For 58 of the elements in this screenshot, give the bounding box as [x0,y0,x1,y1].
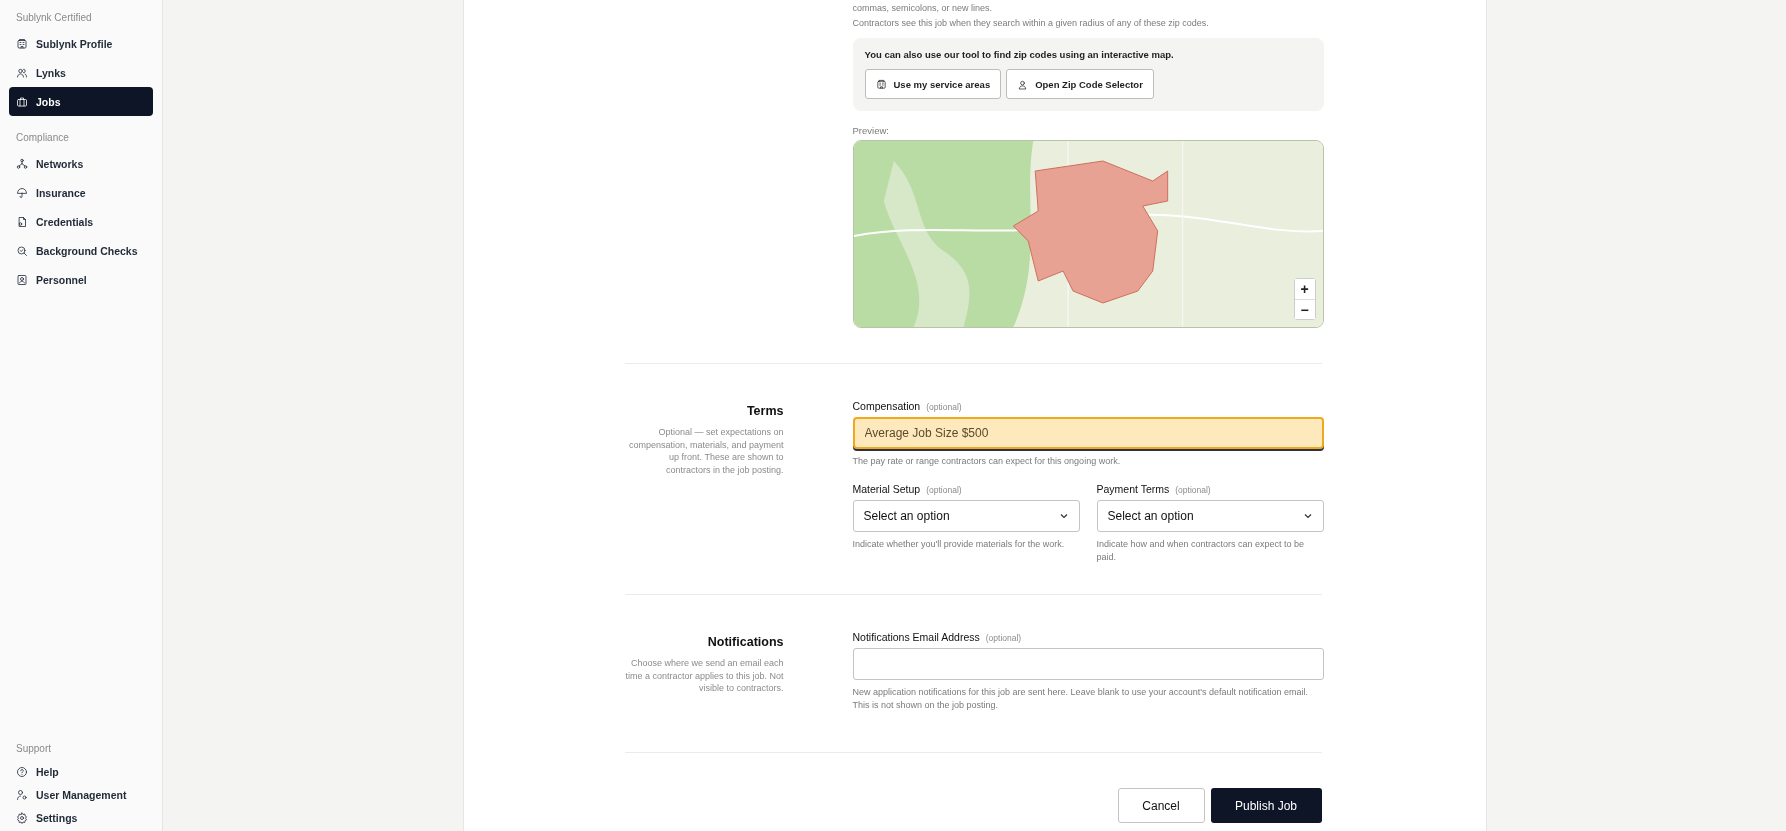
zoom-out-button[interactable]: − [1294,299,1315,319]
zip-selector-button[interactable]: Open Zip Code Selector [1006,69,1154,99]
section-description: Optional — set expectations on compensation, materials, and payment up front. These are shown to contractors in the job posting. [627,426,784,476]
network-icon [16,157,28,170]
service-areas-button[interactable]: Use my service areas [864,69,1002,99]
sidebar-item[interactable]: Sublynk Profile [9,29,153,58]
publish-button[interactable]: Publish Job [1210,788,1322,823]
sidebar-item[interactable]: Background Checks [9,236,153,265]
id-card-icon [16,273,28,286]
select-dropdown[interactable]: Select an option [852,500,1080,532]
sidebar-item[interactable]: Settings [9,806,153,829]
preview-label: Preview: [852,125,890,136]
field-label: Notifications Email Address [852,631,980,643]
optional-note: (optional) [926,402,962,412]
users-icon [16,66,28,79]
optional-note: (optional) [985,633,1022,643]
building-icon [875,78,887,90]
search-icon [16,244,28,257]
field-label: Material Setup [852,483,921,495]
field-label: Compensation [852,400,921,412]
optional-note: (optional) [926,485,962,495]
section-title: Notifications [706,635,784,649]
person-pin-icon [1017,78,1029,90]
cancel-button[interactable]: Cancel [1117,788,1205,823]
field-hint: Indicate whether you'll provide materials for the work. [852,538,1066,551]
email-field[interactable] [852,648,1324,680]
helper-text: commas, semicolons, or new lines. [852,2,994,15]
sidebar-item[interactable]: Networks [9,149,153,178]
sidebar-item[interactable]: Personnel [9,265,153,294]
building-icon [16,37,28,50]
sidebar-item[interactable]: User Management [9,783,153,806]
field-label: Payment Terms [1096,483,1170,495]
sidebar-item[interactable]: Help [9,760,153,783]
field-hint: Indicate how and when contractors can expect to be paid. [1096,538,1306,564]
map-tool-text: You can also use our tool to find zip codes using an interactive map. [864,49,1175,60]
section-title: Terms [745,404,784,418]
select-dropdown[interactable]: Select an option [1096,500,1324,532]
sidebar-item[interactable]: Jobs [9,87,153,116]
document-icon [16,215,28,228]
settings-icon [16,811,28,824]
field-hint: The pay rate or range contractors can expect for this ongoing work. [852,455,1122,468]
chevron-down-icon [1058,511,1069,521]
help-icon [16,765,28,778]
sidebar-heading: Support [15,742,53,756]
field-hint: New application notifications for this job are sent here. Leave blank to use your account's default notification email. This is not shown on the job posting. [852,686,1309,712]
sidebar-item[interactable]: Credentials [9,207,153,236]
compensation-field[interactable]: Average Job Size $500 [852,417,1324,449]
sidebar-heading: Compliance [15,131,70,145]
chevron-down-icon [1302,511,1313,521]
section-description: Choose where we send an email each time a contractor applies to this job. Not visible to contractors. [624,657,784,695]
sidebar-item[interactable]: Insurance [9,178,153,207]
optional-note: (optional) [1175,485,1211,495]
sidebar-heading: Sublynk Certified [15,11,93,25]
helper-text: Contractors see this job when they search within a given radius of any of these zip codes. [852,17,1210,30]
briefcase-icon [16,95,28,108]
umbrella-icon [16,186,28,199]
sidebar-item[interactable]: Lynks [9,58,153,87]
user-settings-icon [16,788,28,801]
